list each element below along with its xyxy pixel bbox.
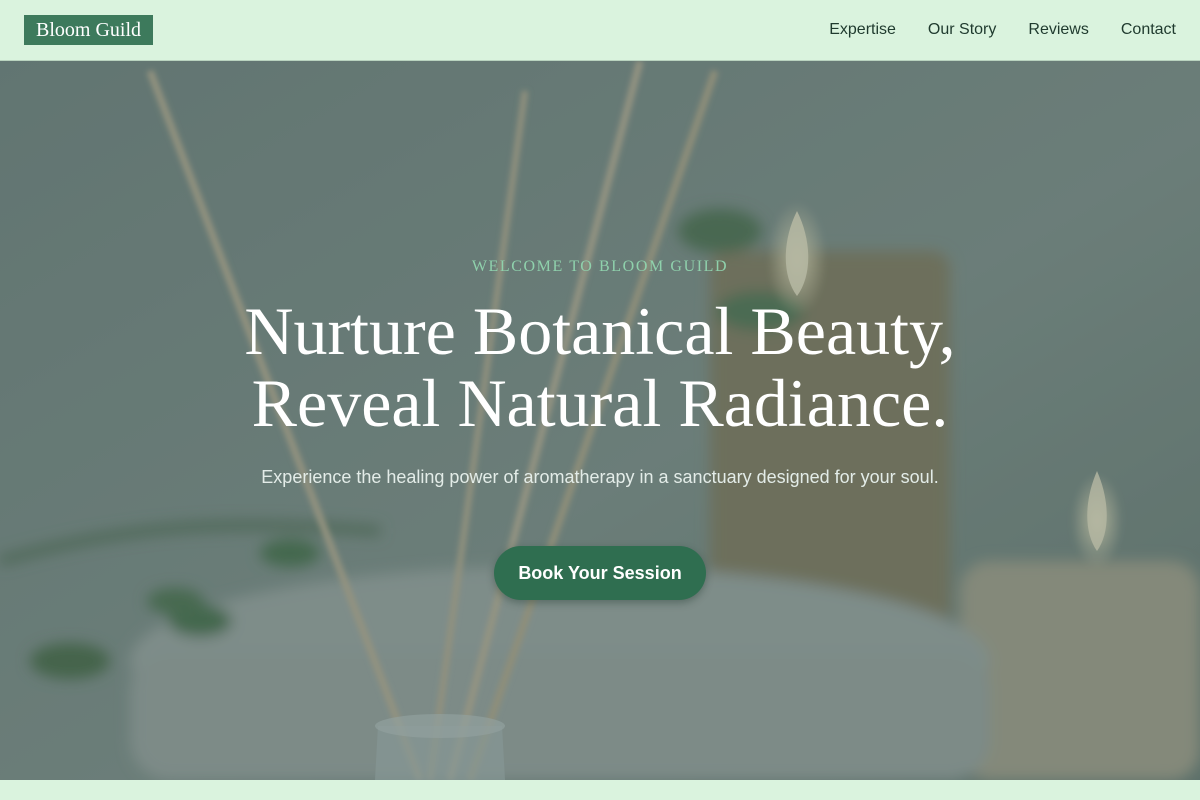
brand-logo[interactable]: Bloom Guild [24, 15, 154, 45]
nav-link-expertise[interactable]: Expertise [829, 21, 896, 39]
book-session-button[interactable]: Book Your Session [494, 546, 706, 600]
welcome-eyebrow: WELCOME TO BLOOM GUILD [471, 258, 729, 275]
nav-link-our-story[interactable]: Our Story [928, 21, 996, 39]
hero-content: WELCOME TO BLOOM GUILD Nurture Botanical… [0, 61, 1200, 780]
primary-nav: Expertise Our Story Reviews Contact [829, 0, 1176, 60]
top-navigation: Bloom Guild Expertise Our Story Reviews … [0, 0, 1200, 61]
nav-link-contact[interactable]: Contact [1121, 21, 1176, 39]
hero-section: WELCOME TO BLOOM GUILD Nurture Botanical… [0, 61, 1200, 780]
hero-subtext: Experience the healing power of aromathe… [261, 467, 939, 487]
hero-headline: Nurture Botanical Beauty, Reveal Natural… [0, 295, 1200, 439]
nav-link-reviews[interactable]: Reviews [1028, 21, 1088, 39]
headline-line-1: Nurture Botanical Beauty, [244, 293, 956, 369]
next-section-edge [0, 780, 1200, 800]
headline-line-2: Reveal Natural Radiance. [251, 365, 949, 441]
